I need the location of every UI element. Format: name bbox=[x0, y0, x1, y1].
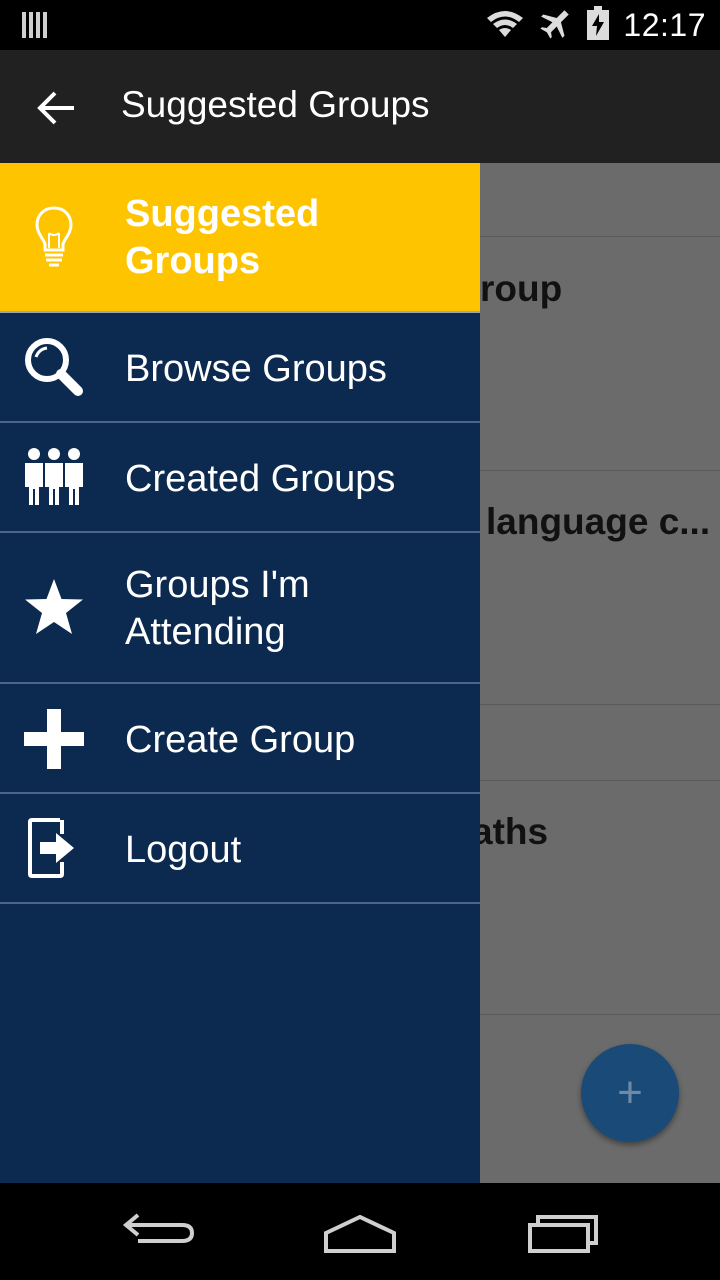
search-icon bbox=[20, 335, 88, 399]
navigation-drawer: Suggested Groups Browse Groups Created G… bbox=[0, 163, 480, 1183]
logout-icon bbox=[20, 816, 88, 880]
drawer-item-label: Create Group bbox=[125, 719, 356, 761]
status-bar: 12:17 bbox=[0, 0, 720, 50]
nav-recents-icon[interactable] bbox=[520, 1205, 604, 1255]
drawer-item-label: Suggested Groups bbox=[125, 193, 320, 282]
system-nav-bar bbox=[0, 1183, 720, 1280]
app-toolbar: Suggested Groups bbox=[0, 50, 720, 163]
drawer-item-suggested-groups[interactable]: Suggested Groups bbox=[0, 163, 480, 313]
add-group-fab[interactable]: + bbox=[581, 1044, 679, 1142]
drawer-item-label: Logout bbox=[125, 829, 242, 871]
page-title: Suggested Groups bbox=[121, 84, 430, 125]
nav-home-icon[interactable] bbox=[318, 1205, 402, 1255]
lightbulb-icon bbox=[20, 205, 88, 269]
drawer-item-created-groups[interactable]: Created Groups bbox=[0, 423, 480, 533]
people-group-icon bbox=[20, 445, 88, 509]
battery-charging-icon bbox=[587, 6, 610, 44]
drawer-item-logout[interactable]: Logout bbox=[0, 794, 480, 904]
list-item[interactable]: language c... bbox=[486, 501, 710, 543]
wifi-icon bbox=[485, 8, 525, 42]
list-item[interactable]: roup bbox=[480, 268, 562, 310]
plus-icon bbox=[20, 708, 88, 770]
drawer-item-groups-attending[interactable]: Groups I'm Attending bbox=[0, 533, 480, 684]
signal-bars-icon bbox=[22, 10, 48, 44]
star-icon bbox=[20, 577, 88, 637]
list-item[interactable]: aths bbox=[472, 811, 548, 853]
arrow-back-icon[interactable] bbox=[28, 80, 84, 136]
drawer-item-create-group[interactable]: Create Group bbox=[0, 684, 480, 794]
drawer-item-label: Created Groups bbox=[125, 458, 396, 500]
drawer-item-label: Groups I'm Attending bbox=[125, 564, 310, 653]
drawer-item-browse-groups[interactable]: Browse Groups bbox=[0, 313, 480, 423]
airplane-mode-icon bbox=[539, 6, 573, 44]
drawer-item-label: Browse Groups bbox=[125, 348, 387, 390]
clock-text: 12:17 bbox=[623, 6, 706, 43]
nav-back-icon[interactable] bbox=[118, 1205, 202, 1255]
